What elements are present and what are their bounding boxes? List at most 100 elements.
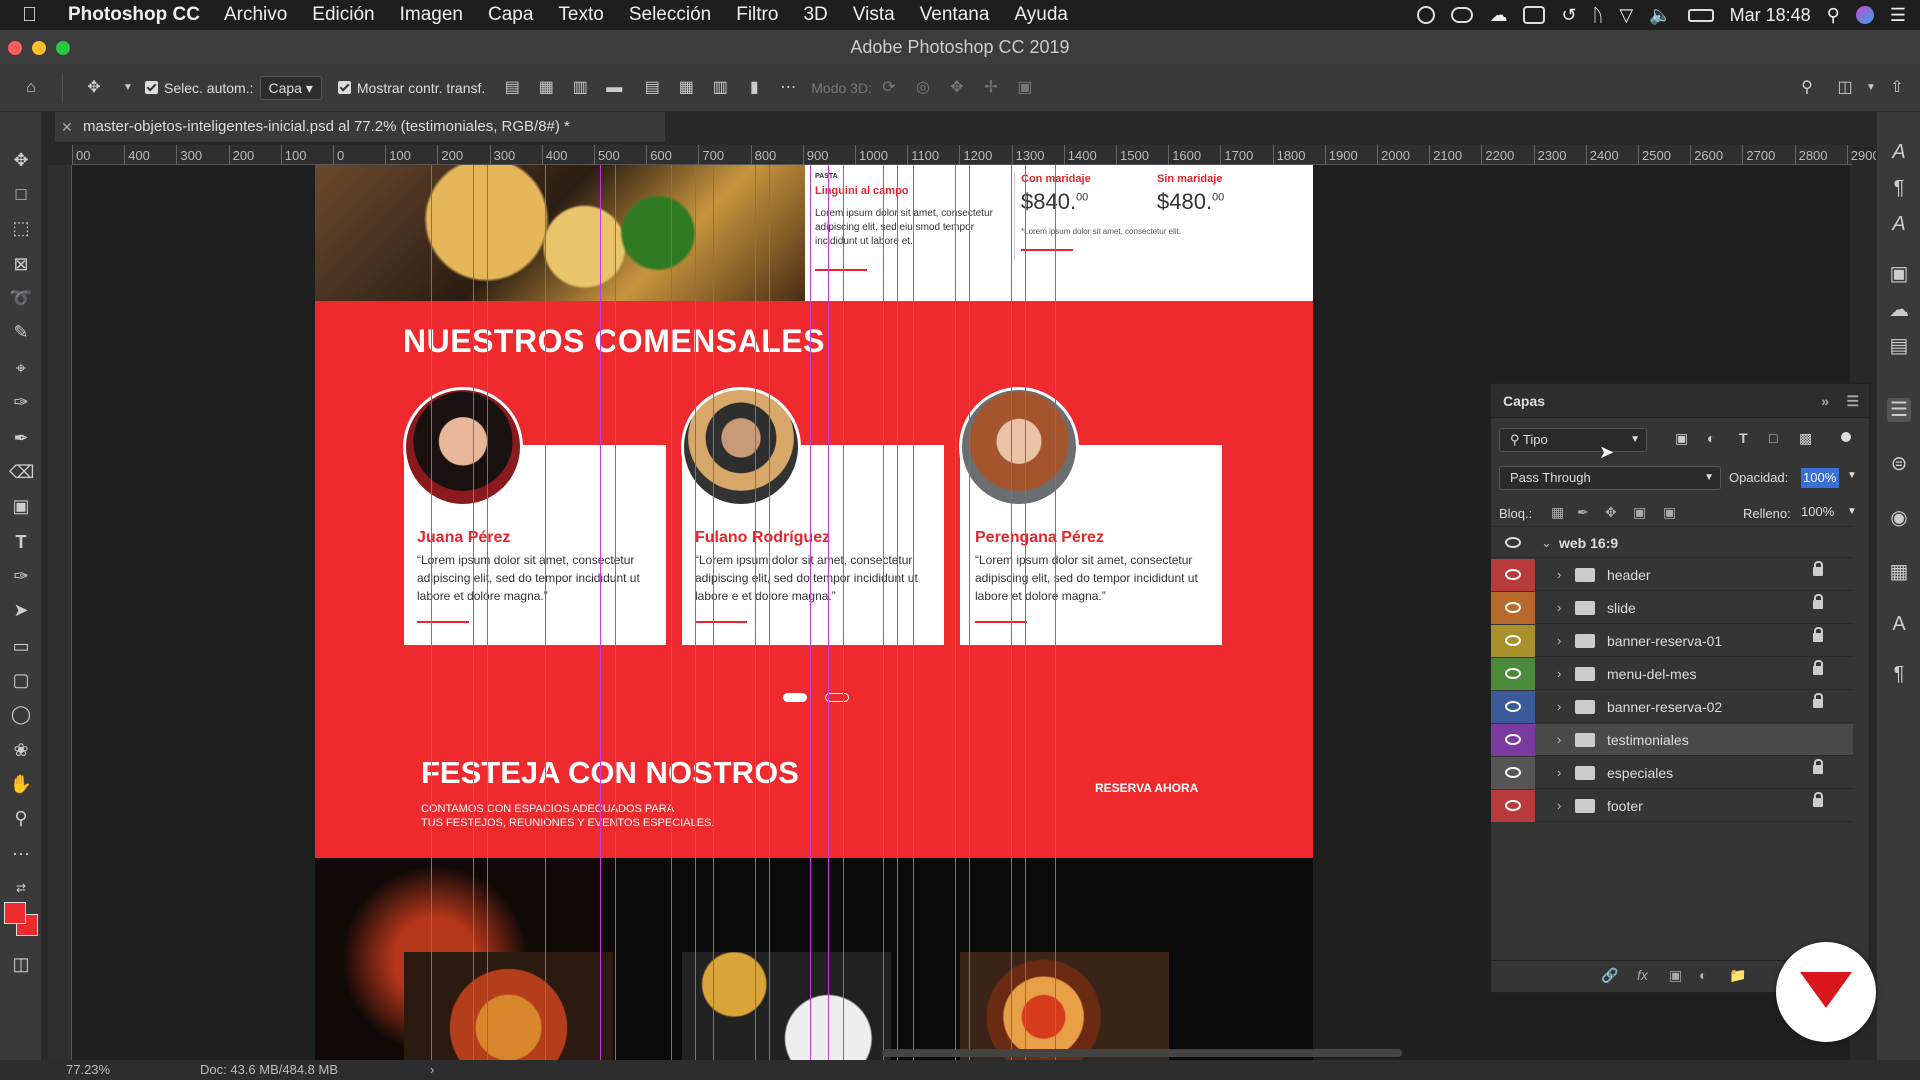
more-tools-icon[interactable]: ⋯ (9, 842, 33, 866)
creative-cloud-icon[interactable] (1451, 7, 1474, 23)
guide-line[interactable] (487, 165, 488, 1060)
link-layers-icon[interactable]: 🔗 (1601, 967, 1618, 984)
apple-icon[interactable]:  (22, 4, 42, 27)
filter-adjustment-icon[interactable]: ◐ (1707, 430, 1715, 446)
guide-line[interactable] (671, 165, 672, 1060)
filter-toggle-icon[interactable] (1841, 432, 1851, 442)
roll-3d-icon[interactable]: ◎ (914, 79, 932, 97)
layer-row-slide[interactable]: › slide (1491, 592, 1853, 624)
layer-row-especiales[interactable]: › especiales (1491, 757, 1853, 789)
eraser-tool-icon[interactable]: ⌫ (9, 460, 34, 484)
volume-icon[interactable]: 🔈 (1649, 5, 1671, 26)
share-icon[interactable]: ⇧ (1888, 79, 1906, 97)
layer-group-web[interactable]: ⌄ web 16:9 (1491, 526, 1853, 558)
visibility-eye-icon[interactable] (1491, 658, 1535, 690)
guide-line[interactable] (1025, 165, 1026, 1060)
filter-type-icon[interactable]: T (1739, 430, 1748, 446)
show-transform-checkbox[interactable] (337, 81, 351, 94)
spotlight-icon[interactable]: ⚲ (1827, 5, 1840, 26)
menu-edicion[interactable]: Edición (312, 4, 374, 26)
layer-filter-dropdown[interactable]: ⚲ Tipo ▼ (1499, 428, 1647, 452)
guide-line[interactable] (473, 165, 474, 1060)
canvas-hscrollbar[interactable] (882, 1049, 1402, 1057)
chevron-right-icon[interactable]: › (1557, 600, 1561, 615)
distribute-vertical-icon[interactable]: ▮ (745, 79, 763, 97)
lasso-tool-icon[interactable]: ➰ (9, 286, 33, 310)
filter-pixel-icon[interactable]: ▣ (1675, 430, 1688, 447)
screen-mode-icon[interactable]: ◫ (9, 952, 33, 976)
layer-row-testimoniales[interactable]: › testimoniales (1491, 724, 1853, 756)
menu-vista[interactable]: Vista (853, 4, 895, 26)
glyphs-icon[interactable]: A (1887, 212, 1911, 236)
grid-icon[interactable]: ▦ (1887, 560, 1911, 584)
lock-image-icon[interactable]: ✒ (1577, 504, 1589, 521)
chevron-down-icon[interactable]: ▼ (119, 79, 137, 97)
fill-input[interactable]: 100% (1801, 504, 1834, 519)
minimize-window-button[interactable] (32, 41, 46, 55)
chevron-right-icon[interactable]: › (1557, 798, 1561, 813)
clock[interactable]: Mar 18:48 (1730, 5, 1811, 26)
document-canvas[interactable]: PASTA Linguini al campo Lorem ipsum dolo… (315, 165, 1313, 1060)
menu-ventana[interactable]: Ventana (920, 4, 990, 26)
menu-app-name[interactable]: Photoshop CC (68, 4, 200, 26)
menu-texto[interactable]: Texto (558, 4, 603, 26)
menu-filtro[interactable]: Filtro (736, 4, 778, 26)
status-chevron-icon[interactable]: › (430, 1060, 434, 1080)
crop-tool-icon[interactable]: ⌖ (9, 356, 33, 380)
document-tab[interactable]: ✕ master-objetos-inteligentes-inicial.ps… (55, 112, 665, 142)
ellipse-tool-icon[interactable]: ◯ (9, 702, 33, 726)
text-style-icon[interactable]: A (1887, 612, 1911, 636)
lock-icon[interactable] (1813, 693, 1823, 708)
opacity-chevron-icon[interactable]: ▼ (1847, 470, 1857, 481)
collapse-panel-icon[interactable]: » (1821, 384, 1829, 418)
artboard-tool-icon[interactable]: □ (9, 182, 33, 206)
menu-imagen[interactable]: Imagen (400, 4, 463, 26)
path-selection-tool-icon[interactable]: ➤ (9, 598, 33, 622)
fill-chevron-icon[interactable]: ▼ (1847, 506, 1857, 517)
visibility-eye-icon[interactable] (1491, 592, 1535, 624)
layer-row-footer[interactable]: › footer (1491, 790, 1853, 822)
quick-select-tool-icon[interactable]: ✎ (9, 320, 33, 344)
layers-panel-icon[interactable]: ☰ (1887, 398, 1911, 422)
guide-line[interactable] (545, 165, 546, 1060)
guide-line[interactable] (897, 165, 898, 1060)
slider-dot-active[interactable] (783, 693, 807, 702)
search-icon[interactable]: ⚲ (1798, 79, 1816, 97)
lock-transparent-icon[interactable]: ▦ (1551, 504, 1564, 521)
chevron-right-icon[interactable]: › (1557, 633, 1561, 648)
lock-icon[interactable] (1813, 792, 1823, 807)
hand-tool-icon[interactable]: ✋ (9, 772, 33, 796)
bluetooth-icon[interactable]: ᚢ (1593, 5, 1604, 26)
rectangle-tool-icon[interactable]: ▭ (9, 634, 33, 658)
menu-3d[interactable]: 3D (803, 4, 827, 26)
orbit-3d-icon[interactable]: ⟳ (880, 79, 898, 97)
eyedropper-tool-icon[interactable]: ✑ (9, 390, 33, 414)
swap-colors-icon[interactable]: ⇄ (9, 876, 33, 900)
adjustment-layer-icon[interactable]: ◐ (1699, 967, 1707, 983)
layers-panel-title[interactable]: Capas (1503, 393, 1545, 409)
layer-mask-icon[interactable]: ▣ (1669, 967, 1682, 984)
visibility-eye-icon[interactable] (1491, 790, 1535, 822)
layer-style-icon[interactable]: fx (1637, 967, 1648, 983)
lock-icon[interactable] (1813, 561, 1823, 576)
visibility-eye-icon[interactable] (1491, 757, 1535, 789)
channels-icon[interactable]: ⊜ (1887, 452, 1911, 476)
wifi-icon[interactable]: ▽ (1619, 5, 1633, 26)
panel-menu-icon[interactable]: ☰ (1846, 384, 1859, 418)
workspace-icon[interactable]: ◫ (1836, 79, 1854, 97)
libraries-icon[interactable]: ☁ (1887, 298, 1911, 322)
move-tool-icon[interactable]: ✥ (85, 79, 103, 97)
close-window-button[interactable] (8, 41, 22, 55)
guide-line[interactable] (600, 165, 601, 1060)
3d-icon[interactable]: ▣ (1887, 262, 1911, 286)
menu-seleccion[interactable]: Selección (629, 4, 711, 26)
visibility-eye-icon[interactable] (1491, 724, 1535, 756)
guide-line[interactable] (615, 165, 616, 1060)
slide-3d-icon[interactable]: ✢ (982, 79, 1000, 97)
align-left-icon[interactable]: ▤ (503, 79, 521, 97)
document-size[interactable]: Doc: 43.6 MB/484.8 MB (200, 1060, 338, 1080)
custom-shape-tool-icon[interactable]: ❀ (9, 738, 33, 762)
auto-select-dropdown[interactable]: Capa ▾ (259, 75, 322, 100)
filter-smart-object-icon[interactable]: ▩ (1799, 430, 1812, 447)
align-middle-icon[interactable]: ▦ (677, 79, 695, 97)
